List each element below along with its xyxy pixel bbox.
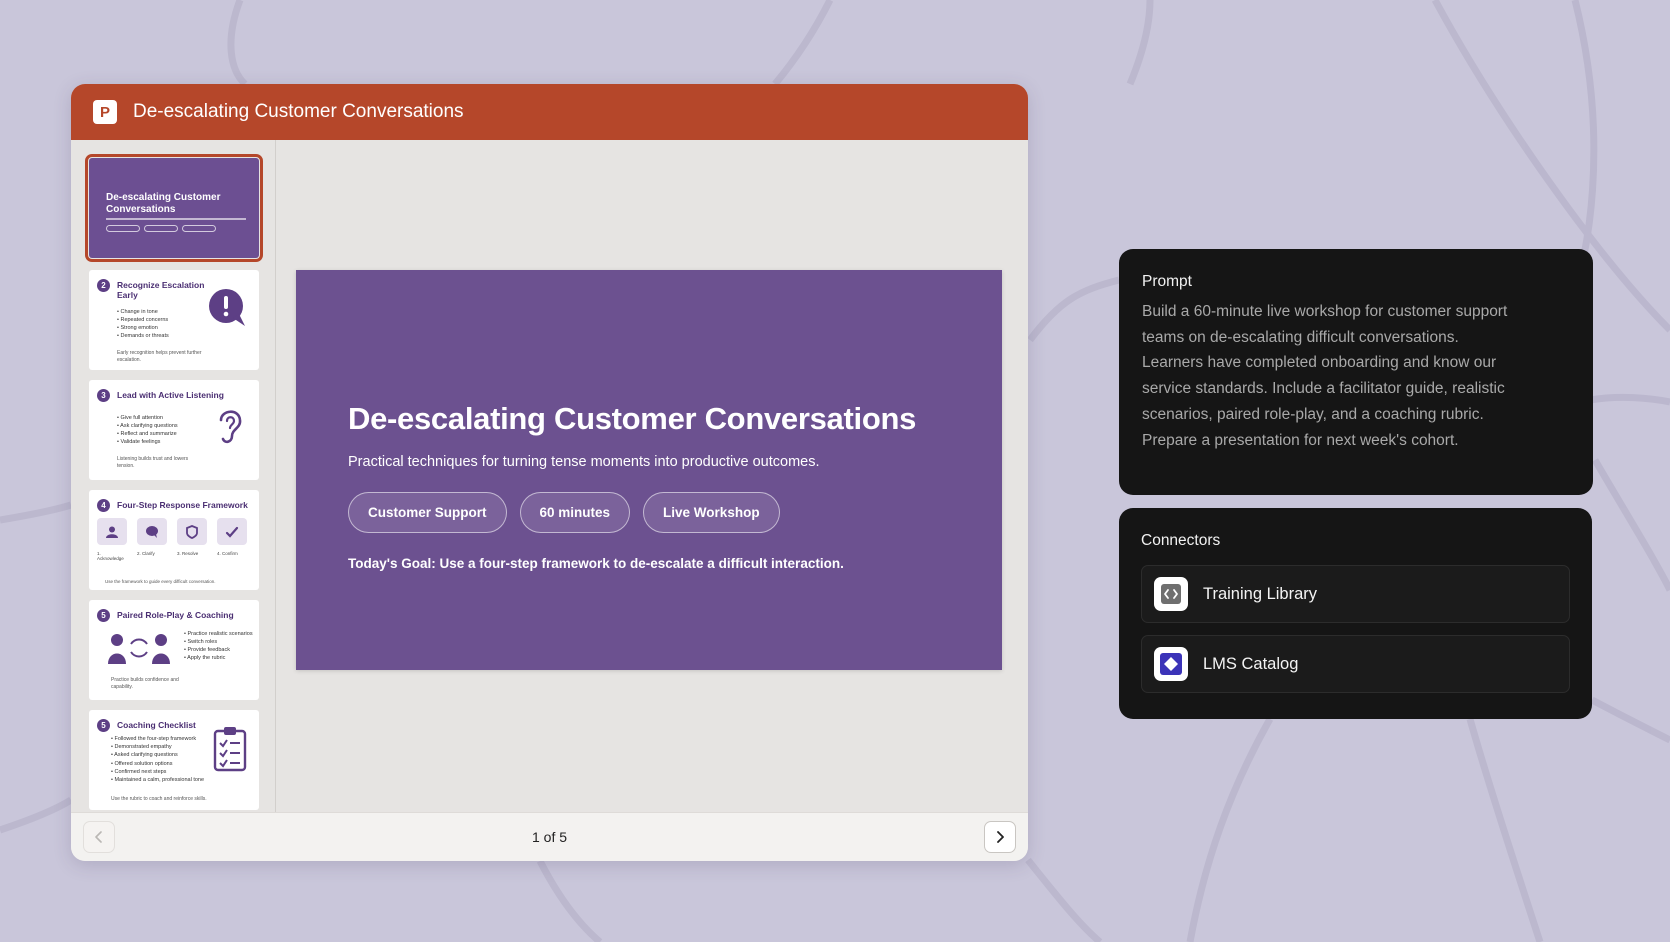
editor-body: De-escalating Customer Conversations 2 R…: [71, 140, 1028, 812]
thumbnail-title: Lead with Active Listening: [117, 390, 224, 400]
slide-thumbnail-3[interactable]: 3 Lead with Active Listening Give full a…: [89, 380, 259, 480]
prompt-heading: Prompt: [1142, 273, 1192, 290]
slide-goal: Today's Goal: Use a four-step framework …: [348, 556, 844, 571]
thumbnail-bullets: Practice realistic scenarios Switch role…: [184, 630, 256, 662]
slide-thumbnail-4[interactable]: 4 Four-Step Response Framework 1. Acknow…: [89, 490, 259, 590]
slide-title: De-escalating Customer Conversations: [348, 401, 917, 436]
window-title: De-escalating Customer Conversations: [133, 101, 464, 122]
slide-number-badge: 4: [97, 499, 110, 512]
thumbnail-bullets: Followed the four-step framework Demonst…: [111, 735, 216, 784]
tag-pill: 60 minutes: [519, 492, 631, 533]
connector-training-library[interactable]: Training Library: [1141, 565, 1570, 623]
connectors-panel: Connectors Training Library LMS Catalog: [1119, 508, 1592, 719]
thumbnail-note: Listening builds trust and lowers tensio…: [117, 456, 189, 469]
slide-number-badge: 5: [97, 719, 110, 732]
thumbnail-title: Paired Role-Play & Coaching: [117, 610, 234, 620]
slide-thumbnail-2[interactable]: 2 Recognize Escalation Early Change in t…: [89, 270, 259, 370]
framework-step-icons: [97, 518, 247, 545]
connector-lms-catalog[interactable]: LMS Catalog: [1141, 635, 1570, 693]
framework-step-labels: 1. Acknowledge 2. Clarify 3. Resolve 4. …: [97, 551, 238, 561]
slide-number-badge: 2: [97, 279, 110, 292]
tag-pill: Customer Support: [348, 492, 507, 533]
slide-thumbnail-6[interactable]: 5 Coaching Checklist Followed the four-s…: [89, 710, 259, 810]
thumbnail-pills: [106, 225, 216, 232]
chat-bubble-icon: [137, 518, 167, 545]
thumbnail-subtitle-line: [106, 218, 246, 220]
handshake-check-icon: [217, 518, 247, 545]
thumbnail-title: Four-Step Response Framework: [117, 500, 248, 510]
slide-navigation-bar: 1 of 5: [71, 812, 1028, 861]
next-slide-button[interactable]: [984, 821, 1016, 853]
title-bar: P De-escalating Customer Conversations: [71, 84, 1028, 140]
thumbnail-note: Use the framework to guide every difficu…: [105, 579, 216, 584]
slide-thumbnail-1[interactable]: De-escalating Customer Conversations: [85, 154, 263, 262]
thumbnail-bullets: Give full attention Ask clarifying quest…: [117, 414, 212, 446]
prompt-text: Build a 60-minute live workshop for cust…: [1142, 303, 1508, 449]
slide-number-badge: 5: [97, 609, 110, 622]
chevron-right-icon: [997, 831, 1004, 843]
thumbnail-title: De-escalating Customer Conversations: [106, 192, 221, 215]
presentation-window: P De-escalating Customer Conversations D…: [71, 84, 1028, 861]
tag-pill: Live Workshop: [643, 492, 780, 533]
slide-canvas[interactable]: De-escalating Customer Conversations Pra…: [276, 140, 1028, 812]
connector-label: LMS Catalog: [1203, 654, 1299, 673]
thumbnail-note: Use the rubric to coach and reinforce sk…: [111, 796, 207, 802]
prompt-panel: Prompt Build a 60-minute live workshop f…: [1119, 249, 1593, 495]
slide-thumbnail-panel[interactable]: De-escalating Customer Conversations 2 R…: [71, 140, 276, 812]
connector-label: Training Library: [1203, 584, 1318, 603]
person-icon: [97, 518, 127, 545]
thumbnail-note: Early recognition helps prevent further …: [117, 350, 202, 363]
slide-tag-pills: Customer Support 60 minutes Live Worksho…: [348, 492, 780, 533]
people-swap-icon: [108, 634, 170, 664]
thumbnail-title: Recognize Escalation Early: [117, 280, 205, 300]
ear-icon: [219, 410, 242, 444]
slide-subtitle: Practical techniques for turning tense m…: [348, 454, 820, 470]
page-indicator: 1 of 5: [531, 829, 568, 845]
current-slide[interactable]: De-escalating Customer Conversations Pra…: [296, 270, 1002, 670]
slide-number-badge: 3: [97, 389, 110, 402]
powerpoint-app-icon: P: [93, 100, 117, 124]
shield-icon: [177, 518, 207, 545]
speech-bubble-alert-icon: [209, 289, 245, 326]
diamond-icon: [1154, 647, 1188, 681]
clipboard-checklist-icon: [213, 727, 247, 772]
connectors-heading: Connectors: [1141, 532, 1221, 549]
slide-thumbnail-5[interactable]: 5 Paired Role-Play & Coaching Practice r…: [89, 600, 259, 700]
thumbnail-bullets: Change in tone Repeated concerns Strong …: [117, 308, 212, 340]
thumbnail-title: Coaching Checklist: [117, 720, 196, 730]
thumbnail-note: Practice builds confidence and capabilit…: [111, 677, 179, 690]
code-brackets-icon: [1154, 577, 1188, 611]
